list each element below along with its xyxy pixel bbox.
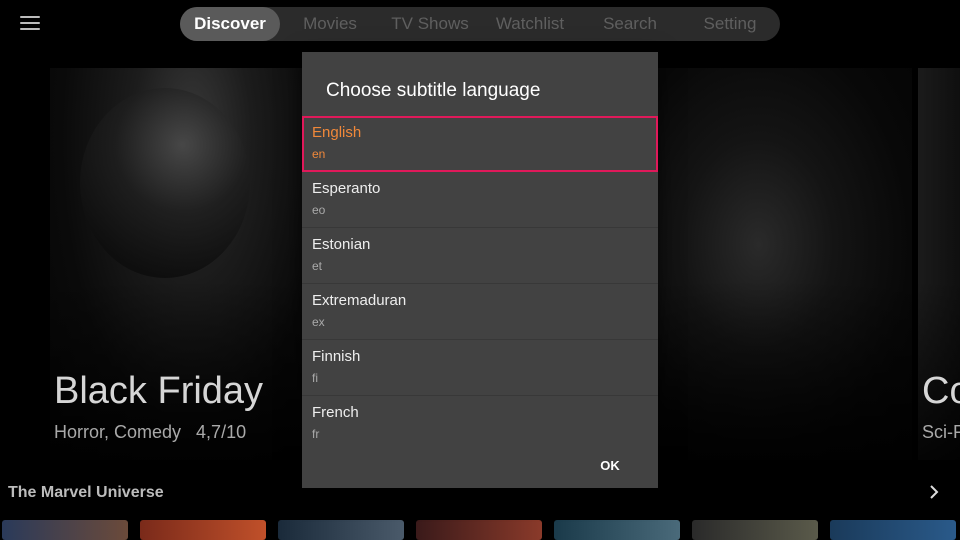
language-list[interactable]: English en Esperanto eo Estonian et Extr…: [302, 116, 658, 440]
language-name: Estonian: [312, 236, 371, 253]
language-item-finnish[interactable]: Finnish fi: [302, 340, 658, 396]
language-code: et: [312, 259, 323, 273]
language-name: Finnish: [312, 348, 361, 365]
language-code: en: [312, 147, 326, 161]
language-name: Extremaduran: [312, 292, 407, 309]
language-code: ex: [312, 315, 325, 329]
language-item-french[interactable]: French fr: [302, 396, 658, 440]
language-name: English: [312, 124, 362, 141]
language-item-english[interactable]: English en: [302, 116, 658, 172]
language-item-extremaduran[interactable]: Extremaduran ex: [302, 284, 658, 340]
ok-button[interactable]: OK: [588, 452, 632, 478]
modal-overlay: Choose subtitle language English en Espe…: [0, 0, 960, 540]
language-code: fr: [312, 427, 320, 440]
language-code: eo: [312, 203, 326, 217]
language-code: fi: [312, 371, 318, 385]
dialog-title: Choose subtitle language: [326, 80, 541, 101]
language-name: Esperanto: [312, 180, 381, 197]
subtitle-language-dialog: Choose subtitle language English en Espe…: [302, 52, 658, 488]
language-item-esperanto[interactable]: Esperanto eo: [302, 172, 658, 228]
language-item-estonian[interactable]: Estonian et: [302, 228, 658, 284]
language-name: French: [312, 404, 359, 421]
